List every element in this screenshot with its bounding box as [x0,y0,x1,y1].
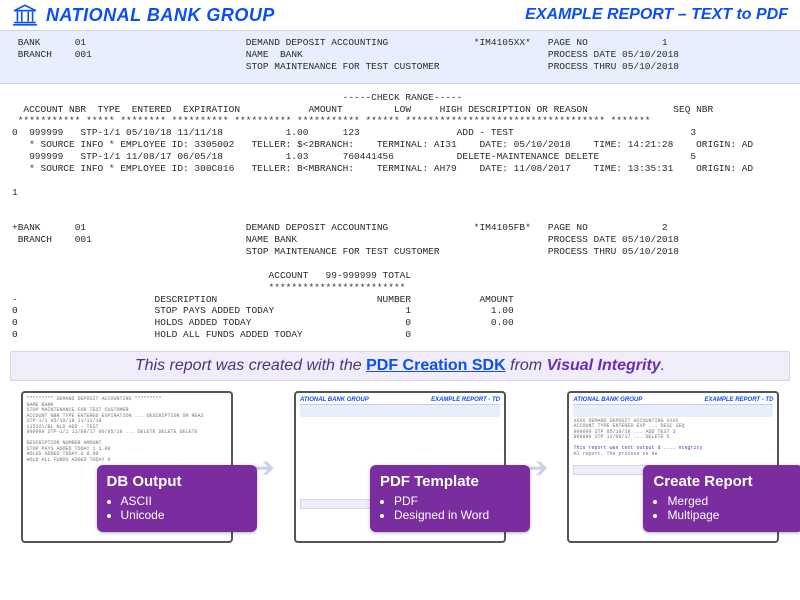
bank-icon [12,4,38,26]
bullet: Unicode [121,508,247,522]
workflow-row: ********* DEMAND DEPOSIT ACCOUNTING ****… [0,381,800,543]
badge-title: Create Report [653,473,793,490]
org-name: NATIONAL BANK GROUP [46,5,275,26]
step-pdf-template: ATIONAL BANK GROUPEXAMPLE REPORT - TD PD… [294,391,506,543]
step-db-output: ********* DEMAND DEPOSIT ACCOUNTING ****… [21,391,233,543]
page-header: NATIONAL BANK GROUP EXAMPLE REPORT – TEX… [0,0,800,31]
badge-title: DB Output [107,473,247,490]
bullet: PDF [394,494,520,508]
page1-meta: BANK 01 DEMAND DEPOSIT ACCOUNTING *IM410… [0,31,800,84]
badge-db-output: DB Output ASCII Unicode [97,465,257,532]
bullet: Multipage [667,508,793,522]
bullet: Merged [667,494,793,508]
banner-suffix: . [661,357,665,374]
banner-prefix: This report was created with the [135,357,366,374]
report-title: EXAMPLE REPORT – TEXT to PDF [525,6,788,24]
brand: NATIONAL BANK GROUP [12,4,275,26]
banner-mid: from [506,357,547,374]
bullet: ASCII [121,494,247,508]
bullet: Designed in Word [394,508,520,522]
badge-pdf-template: PDF Template PDF Designed in Word [370,465,530,532]
badge-create-report: Create Report Merged Multipage [643,465,800,532]
badge-title: PDF Template [380,473,520,490]
page1-meta-text: BANK 01 DEMAND DEPOSIT ACCOUNTING *IM410… [12,37,788,73]
report-body: -----CHECK RANGE----- ACCOUNT NBR TYPE E… [0,84,800,345]
banner-brand: Visual Integrity [547,357,661,374]
creation-banner: This report was created with the PDF Cre… [10,351,790,381]
report-body-text: -----CHECK RANGE----- ACCOUNT NBR TYPE E… [12,92,788,341]
sdk-link[interactable]: PDF Creation SDK [366,357,506,374]
step-create-report: ATIONAL BANK GROUPEXAMPLE REPORT - TD XX… [567,391,779,543]
